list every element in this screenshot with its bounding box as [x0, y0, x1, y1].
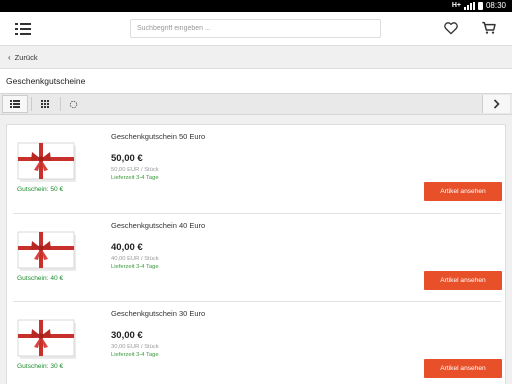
view-toolbar: [0, 93, 512, 115]
thumbnail-label: Gutschein: 50 €: [17, 186, 64, 193]
next-button[interactable]: [482, 95, 510, 113]
unit-price: 30,00 EUR / Stück: [111, 344, 159, 350]
delivery-time: Lieferzeit 3-4 Tage: [111, 175, 159, 181]
product-thumbnail[interactable]: Gutschein: 30 €: [17, 318, 79, 370]
product-row: Gutschein: 40 € Geschenkgutschein 40 Eur…: [13, 213, 502, 301]
battery-icon: [477, 1, 483, 10]
unit-price: 40,00 EUR / Stück: [111, 256, 159, 262]
product-price: 40,00 €: [111, 242, 143, 253]
product-row: Gutschein: 30 € Geschenkgutschein 30 Eur…: [13, 301, 502, 384]
grid-view-icon: [41, 100, 49, 108]
app-header: [0, 12, 512, 46]
search-input[interactable]: [130, 19, 381, 38]
signal-icon: [463, 1, 475, 10]
unit-price: 50,00 EUR / Stück: [111, 167, 159, 173]
product-thumbnail[interactable]: Gutschein: 40 €: [17, 230, 79, 282]
gift-voucher-image: [17, 231, 76, 271]
product-row: Gutschein: 50 € Geschenkgutschein 50 Eur…: [13, 125, 502, 213]
grid-view-button[interactable]: [32, 95, 58, 113]
view-article-button[interactable]: Artikel ansehen: [424, 359, 502, 378]
thumbnail-label: Gutschein: 30 €: [17, 363, 64, 370]
page-title: Geschenkgutscheine: [0, 69, 512, 93]
back-link[interactable]: ‹ Zurück: [0, 47, 512, 69]
status-time: 08:30: [485, 1, 506, 10]
product-name[interactable]: Geschenkgutschein 40 Euro: [111, 221, 205, 230]
delivery-time: Lieferzeit 3-4 Tage: [111, 264, 159, 270]
gift-voucher-image: [17, 319, 76, 359]
product-name[interactable]: Geschenkgutschein 50 Euro: [111, 132, 205, 141]
view-article-button[interactable]: Artikel ansehen: [424, 271, 502, 290]
chevron-right-icon: [493, 99, 500, 109]
list-view-icon: [10, 100, 20, 108]
product-price: 50,00 €: [111, 153, 143, 164]
product-list: Gutschein: 50 € Geschenkgutschein 50 Eur…: [6, 124, 506, 384]
gift-voucher-image: [17, 142, 76, 182]
cart-icon[interactable]: [481, 20, 497, 36]
list-view-button[interactable]: [2, 95, 28, 113]
status-indicators: H+ 08:30: [452, 1, 506, 10]
view-article-button[interactable]: Artikel ansehen: [424, 182, 502, 201]
heart-icon[interactable]: [443, 20, 459, 36]
menu-icon[interactable]: [15, 22, 31, 36]
status-bar: H+ 08:30: [0, 0, 512, 12]
back-link-label: Zurück: [14, 53, 38, 62]
spinner-icon: [69, 100, 77, 108]
chevron-left-icon: ‹: [8, 53, 11, 62]
refresh-button[interactable]: [60, 95, 86, 113]
delivery-time: Lieferzeit 3-4 Tage: [111, 352, 159, 358]
thumbnail-label: Gutschein: 40 €: [17, 275, 64, 282]
product-price: 30,00 €: [111, 330, 143, 341]
product-thumbnail[interactable]: Gutschein: 50 €: [17, 141, 79, 193]
product-name[interactable]: Geschenkgutschein 30 Euro: [111, 309, 205, 318]
network-type: H+: [451, 2, 461, 9]
